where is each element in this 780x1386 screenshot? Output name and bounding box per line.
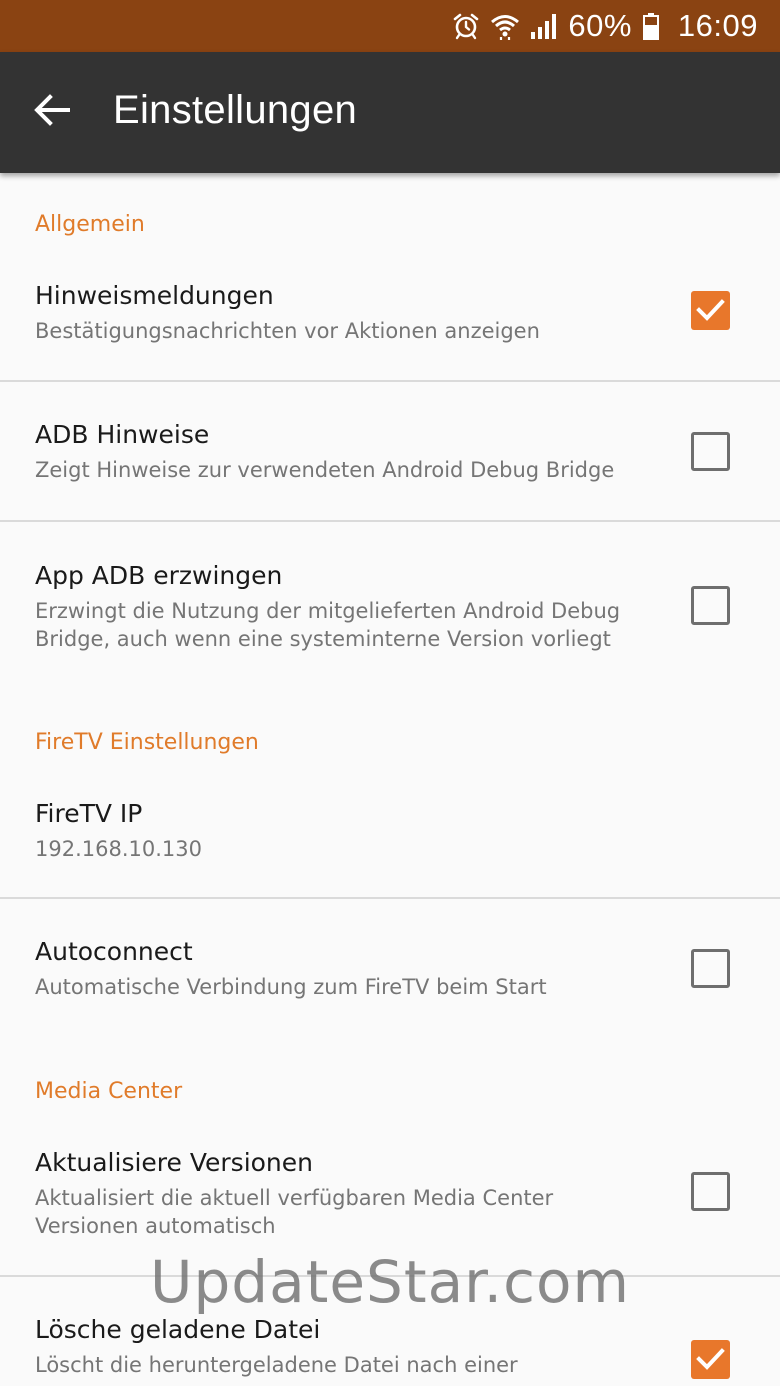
checkbox-loesche-geladene-datei[interactable] bbox=[691, 1340, 730, 1379]
pref-autoconnect[interactable]: Autoconnect Automatische Verbindung zum … bbox=[0, 899, 780, 1029]
pref-app-adb-erzwingen[interactable]: App ADB erzwingen Erzwingt die Nutzung d… bbox=[0, 522, 780, 672]
pref-summary: Löscht die heruntergeladene Datei nach e… bbox=[35, 1353, 518, 1377]
pref-summary: Erzwingt die Nutzung der mitgelieferten … bbox=[35, 599, 621, 651]
pref-title: FireTV IP bbox=[35, 799, 143, 828]
pref-summary: Automatische Verbindung zum FireTV beim … bbox=[35, 975, 547, 999]
battery-percent: 60% bbox=[568, 8, 632, 43]
status-bar: 60% 16:09 bbox=[0, 0, 780, 52]
wifi-icon bbox=[490, 12, 520, 40]
page-title: Einstellungen bbox=[113, 88, 358, 132]
alarm-icon bbox=[452, 12, 480, 40]
pref-title: App ADB erzwingen bbox=[35, 561, 283, 590]
back-button[interactable] bbox=[22, 82, 82, 142]
checkbox-hinweismeldungen[interactable] bbox=[691, 291, 730, 330]
pref-title: Aktualisiere Versionen bbox=[35, 1148, 314, 1177]
check-icon bbox=[696, 1348, 725, 1370]
pref-title: Lösche geladene Datei bbox=[35, 1315, 321, 1344]
pref-summary: 192.168.10.130 bbox=[35, 837, 202, 861]
pref-title: Autoconnect bbox=[35, 937, 193, 966]
pref-summary: Bestätigungsnachrichten vor Aktionen anz… bbox=[35, 319, 540, 343]
section-header-media-center: Media Center bbox=[35, 1079, 183, 1104]
battery-icon bbox=[642, 12, 660, 40]
settings-list[interactable]: Allgemein Hinweismeldungen Bestätigungsn… bbox=[0, 173, 780, 1386]
pref-aktualisiere-versionen[interactable]: Aktualisiere Versionen Aktualisiert die … bbox=[0, 1133, 780, 1275]
pref-summary: Aktualisiert die aktuell verfügbaren Med… bbox=[35, 1186, 554, 1238]
pref-hinweismeldungen[interactable]: Hinweismeldungen Bestätigungsnachrichten… bbox=[0, 263, 780, 380]
app-bar: Einstellungen bbox=[0, 52, 780, 173]
section-header-allgemein: Allgemein bbox=[35, 212, 145, 237]
checkbox-adb-hinweise[interactable] bbox=[691, 432, 730, 471]
status-icons: 60% 16:09 bbox=[452, 0, 758, 52]
pref-title: Hinweismeldungen bbox=[35, 281, 274, 310]
check-icon bbox=[696, 299, 725, 321]
clock: 16:09 bbox=[677, 8, 758, 43]
pref-firetv-ip[interactable]: FireTV IP 192.168.10.130 bbox=[0, 783, 780, 897]
pref-title: ADB Hinweise bbox=[35, 420, 210, 449]
signal-icon bbox=[530, 12, 558, 40]
arrow-left-icon bbox=[34, 94, 70, 130]
checkbox-app-adb-erzwingen[interactable] bbox=[691, 586, 730, 625]
pref-adb-hinweise[interactable]: ADB Hinweise Zeigt Hinweise zur verwende… bbox=[0, 382, 780, 520]
pref-summary: Zeigt Hinweise zur verwendeten Android D… bbox=[35, 458, 615, 482]
section-header-firetv: FireTV Einstellungen bbox=[35, 730, 259, 755]
checkbox-aktualisiere-versionen[interactable] bbox=[691, 1172, 730, 1211]
pref-loesche-geladene-datei[interactable]: Lösche geladene Datei Löscht die herunte… bbox=[0, 1277, 780, 1386]
checkbox-autoconnect[interactable] bbox=[691, 949, 730, 988]
